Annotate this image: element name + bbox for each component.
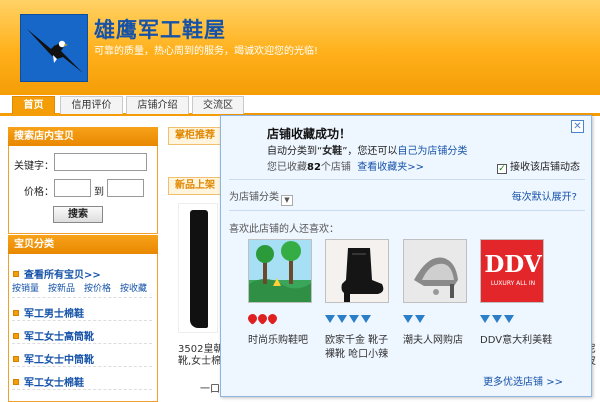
diamond-icon bbox=[415, 315, 425, 323]
favorites-count: 82 bbox=[307, 162, 321, 173]
shop-category-select[interactable]: 为店铺分类 ▼ bbox=[229, 188, 293, 206]
tab-shop-intro[interactable]: 店铺介绍 bbox=[126, 96, 189, 114]
price-label: 价格： bbox=[24, 187, 54, 198]
price-min-input[interactable] bbox=[54, 179, 91, 197]
divider bbox=[12, 389, 152, 390]
category-item[interactable]: 军工女士中筒靴 bbox=[13, 351, 94, 366]
shop-slogan: 可靠的质量，热心周到的服务，竭诚欢迎您的光临! bbox=[94, 46, 319, 57]
shop-rating bbox=[403, 313, 427, 324]
diamond-icon bbox=[504, 315, 514, 323]
expand-default-link[interactable]: 每次默认展开? bbox=[512, 188, 577, 203]
recommended-shop-name[interactable]: 潮夫人网购店 bbox=[403, 331, 463, 346]
recommended-shop-thumb[interactable] bbox=[325, 239, 389, 303]
diamond-icon bbox=[337, 315, 347, 323]
popup-title: 店铺收藏成功！ bbox=[267, 127, 352, 141]
divider bbox=[229, 210, 585, 211]
ddv-logo: DDV bbox=[484, 251, 542, 278]
divider bbox=[12, 320, 152, 321]
shop-rating bbox=[325, 313, 373, 324]
view-all-link[interactable]: 查看所有宝贝>> bbox=[13, 266, 101, 281]
price-max-input[interactable] bbox=[107, 179, 144, 197]
eagle-icon bbox=[21, 15, 87, 81]
bullet-icon bbox=[13, 333, 19, 339]
shop-name: 雄鹰军工鞋屋 bbox=[94, 18, 226, 42]
divider bbox=[12, 343, 152, 344]
self-category-link[interactable]: 自己为店铺分类 bbox=[397, 146, 467, 157]
category-item[interactable]: 军工男士棉鞋 bbox=[13, 305, 84, 320]
shop-logo[interactable] bbox=[20, 14, 88, 82]
divider bbox=[12, 366, 152, 367]
diamond-icon bbox=[492, 315, 502, 323]
bullet-icon bbox=[13, 310, 19, 316]
new-arrivals-title: 新品上架 bbox=[168, 177, 223, 195]
sort-by-favorites-link[interactable]: 按收藏 bbox=[120, 281, 147, 294]
recommended-shop-thumb[interactable]: DDV LUXURY ALL IN bbox=[480, 239, 544, 303]
favorite-success-popup: ✕ 店铺收藏成功！ 自动分类到“女鞋”，您还可以自己为店铺分类 您已收藏82个店… bbox=[220, 115, 592, 397]
sort-by-sales-link[interactable]: 按销量 bbox=[12, 281, 39, 294]
shop-rating bbox=[480, 313, 516, 324]
recommended-shop-name[interactable]: 时尚乐购鞋吧 bbox=[248, 331, 308, 346]
boot-icon bbox=[190, 210, 208, 328]
heart-icon bbox=[266, 312, 279, 325]
bullet-icon bbox=[13, 271, 19, 277]
ddv-logo-subtitle: LUXURY ALL IN bbox=[490, 280, 536, 287]
ankle-boot-icon bbox=[326, 240, 388, 302]
category-item[interactable]: 军工女士棉鞋 bbox=[13, 374, 84, 389]
view-favorites-link[interactable]: 查看收藏夹>> bbox=[357, 162, 424, 173]
search-button[interactable]: 搜索 bbox=[53, 206, 103, 223]
diamond-icon bbox=[480, 315, 490, 323]
bullet-icon bbox=[13, 356, 19, 362]
tab-forum[interactable]: 交流区 bbox=[192, 96, 244, 114]
category-item[interactable]: 军工女士高筒靴 bbox=[13, 328, 94, 343]
auto-category-name: 女鞋 bbox=[322, 146, 343, 157]
tab-home[interactable]: 首页 bbox=[12, 96, 55, 114]
search-section-title: 搜索店内宝贝 bbox=[8, 127, 158, 146]
recommend-section-title: 掌柜推荐 bbox=[168, 127, 223, 145]
more-shops-link[interactable]: 更多优选店铺 >> bbox=[483, 373, 563, 388]
recommended-shop-thumb[interactable] bbox=[248, 239, 312, 303]
bullet-icon bbox=[13, 379, 19, 385]
checkbox-check-icon: ✓ bbox=[497, 164, 507, 174]
product-title-line[interactable]: 靴,女士棉 bbox=[178, 352, 221, 367]
favorites-count-line: 您已收藏82个店铺 查看收藏夹>> bbox=[267, 162, 425, 173]
keyword-input[interactable] bbox=[54, 153, 147, 171]
chevron-down-icon: ▼ bbox=[281, 195, 293, 206]
category-section-title: 宝贝分类 bbox=[8, 235, 158, 254]
shop-rating bbox=[246, 312, 279, 325]
price-to-label: 到 bbox=[94, 187, 104, 198]
diamond-icon bbox=[403, 315, 413, 323]
diamond-icon bbox=[325, 315, 335, 323]
category-item-label: 军工女士高筒靴 bbox=[24, 332, 94, 343]
subscribe-label: 接收该店铺动态 bbox=[510, 162, 580, 173]
landscape-icon bbox=[249, 240, 311, 302]
tab-credit-rating[interactable]: 信用评价 bbox=[60, 96, 123, 114]
auto-category-line: 自动分类到“女鞋”，您还可以自己为店铺分类 bbox=[267, 146, 468, 157]
product-price-fragment: 一口 bbox=[200, 384, 220, 395]
category-item-label: 军工男士棉鞋 bbox=[24, 309, 84, 320]
recommended-shop-thumb[interactable] bbox=[403, 239, 467, 303]
divider bbox=[229, 179, 585, 180]
keyword-label: 关键字： bbox=[14, 161, 54, 172]
close-icon[interactable]: ✕ bbox=[571, 120, 584, 133]
view-all-label: 查看所有宝贝>> bbox=[24, 270, 101, 281]
category-item-label: 军工女士中筒靴 bbox=[24, 355, 94, 366]
category-item-label: 军工女士棉鞋 bbox=[24, 378, 84, 389]
sort-by-new-link[interactable]: 按新品 bbox=[48, 281, 75, 294]
recommended-shop-name[interactable]: DDV意大利美鞋 bbox=[480, 331, 552, 346]
high-heel-icon bbox=[404, 240, 466, 302]
sort-by-price-link[interactable]: 按价格 bbox=[84, 281, 111, 294]
subscribe-checkbox[interactable]: ✓ 接收该店铺动态 bbox=[497, 158, 580, 174]
diamond-icon bbox=[349, 315, 359, 323]
recommended-shop-name[interactable]: 欧家千金 靴子 bbox=[325, 331, 388, 346]
diamond-icon bbox=[361, 315, 371, 323]
recommended-shop-name[interactable]: 裸靴 呛口小辣 bbox=[325, 345, 388, 360]
also-like-label: 喜欢此店铺的人还喜欢： bbox=[229, 224, 339, 235]
divider bbox=[12, 297, 152, 298]
